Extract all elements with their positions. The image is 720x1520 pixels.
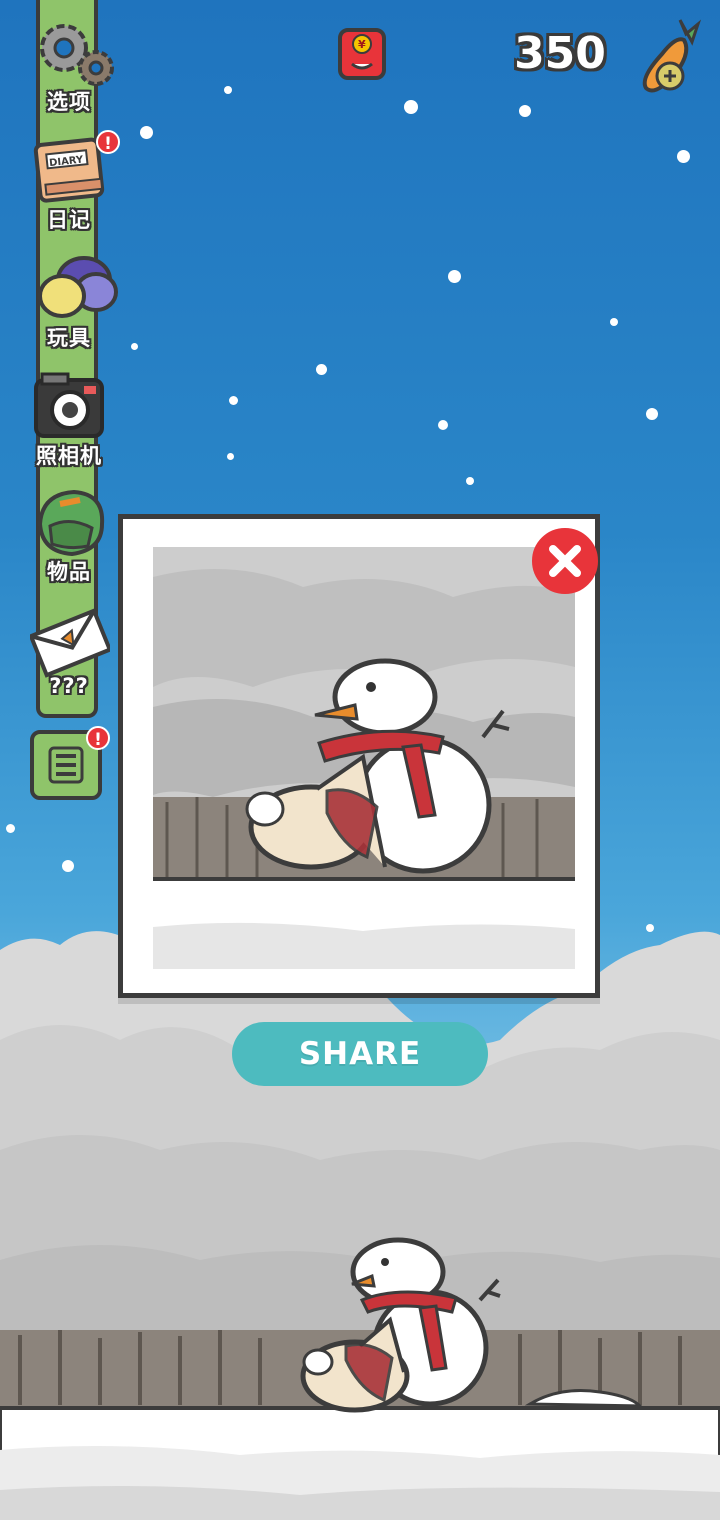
diary-book-icon: DIARY ! <box>30 130 120 210</box>
gear-icon <box>30 14 114 92</box>
red-envelope-button[interactable]: ¥ <box>334 22 390 84</box>
share-button[interactable]: SHARE <box>232 1022 488 1086</box>
sidebar-item-camera[interactable]: 照相机 <box>14 368 124 470</box>
letter-envelope-icon <box>28 602 113 680</box>
backpack-icon <box>30 484 108 562</box>
toy-balls-icon <box>30 250 118 328</box>
sidebar-item-unknown[interactable]: ??? <box>14 602 124 698</box>
svg-text:¥: ¥ <box>358 38 366 51</box>
diary-alert-badge: ! <box>96 130 120 154</box>
sidebar-item-diary[interactable]: DIARY ! 日记 <box>14 130 124 234</box>
menu-alert-badge: ! <box>86 726 110 750</box>
close-button[interactable] <box>532 528 598 594</box>
red-envelope-icon: ¥ <box>338 28 386 80</box>
game-scene: 选项 DIARY ! 日记 玩具 照相机 物品 ??? ! ¥ 350 SHAR… <box>0 0 720 1520</box>
carrot-plus-icon <box>642 19 702 93</box>
carrot-count: 350 <box>514 28 606 79</box>
close-x-icon <box>549 545 581 577</box>
camera-icon <box>30 368 108 446</box>
menu-button[interactable]: ! <box>30 726 110 800</box>
sidebar-item-toys[interactable]: 玩具 <box>14 250 124 352</box>
sidebar-item-items[interactable]: 物品 <box>14 484 124 586</box>
sidebar-item-options[interactable]: 选项 <box>14 14 124 116</box>
photo-frame <box>118 514 600 998</box>
rabbit-snowman-photo[interactable] <box>153 547 575 969</box>
add-carrots-button[interactable] <box>636 14 706 96</box>
